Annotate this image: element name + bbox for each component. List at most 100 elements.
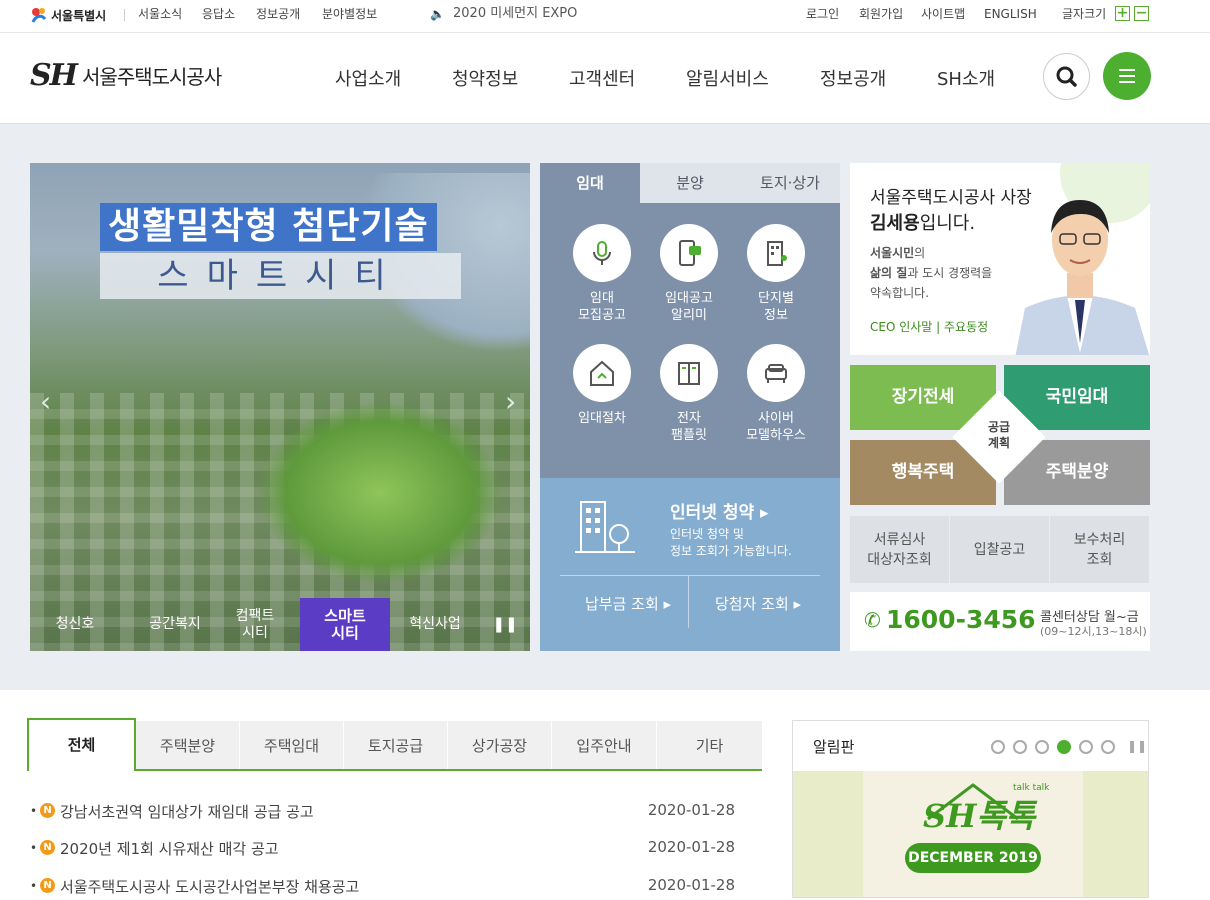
- winner-inquiry-link[interactable]: 당첨자 조회 ▸: [715, 593, 801, 614]
- service-rental-notice[interactable]: 임대 모집공고: [557, 224, 647, 324]
- board-pause-button[interactable]: ❚❚: [1127, 739, 1147, 753]
- board-page-dot[interactable]: [1079, 740, 1093, 754]
- sh-logo-name: 서울주택도시공사: [82, 65, 222, 89]
- banner-month: DECEMBER 2019: [905, 843, 1041, 873]
- call-center-number[interactable]: 1600-3456: [886, 605, 1036, 634]
- gnb-info-open[interactable]: 정보공개: [820, 65, 886, 91]
- search-button[interactable]: [1043, 53, 1090, 100]
- board-page-dot-active[interactable]: [1057, 740, 1071, 754]
- notice-date: 2020-01-28: [647, 876, 735, 894]
- ceo-links[interactable]: CEO 인사말 | 주요동정: [870, 318, 988, 335]
- board-page-dot[interactable]: [1013, 740, 1027, 754]
- slide-nav-item[interactable]: 컴팩트 시티: [220, 598, 290, 651]
- call-center-box: ✆ 1600-3456 콜센터상담 월~금 (09~12시,13~18시): [850, 592, 1150, 651]
- ceo-greeting-box: 서울주택도시공사 사장 김세용입니다. 서울시민의 삶의 질과 도시 경쟁력을 약속…: [850, 163, 1150, 355]
- slide-nav-item[interactable]: 혁신사업: [395, 598, 475, 651]
- internet-subscription-desc: 인터넷 청약 및 정보 조회가 가능합니다.: [670, 527, 792, 558]
- font-size-label: 글자크기: [1062, 7, 1107, 21]
- tab-sale[interactable]: 분양: [640, 163, 740, 203]
- notice-tab-move-in[interactable]: 입주안내: [552, 721, 656, 771]
- internet-subscription-link[interactable]: 인터넷 청약 ▸: [670, 498, 769, 523]
- search-icon: [1056, 66, 1077, 87]
- english-link[interactable]: ENGLISH: [984, 0, 1037, 28]
- notice-row[interactable]: • N 서울주택도시공사 도시공간사업본부장 채용공고 2020-01-28: [30, 876, 740, 900]
- slide-next-button[interactable]: ›: [505, 385, 516, 418]
- service-rental-process[interactable]: 임대절차: [557, 344, 647, 427]
- slide-nav-item-active[interactable]: 스마트 시티: [300, 598, 390, 651]
- service-e-pamphlet[interactable]: 전자 팸플릿: [644, 344, 734, 444]
- internet-subscription-box: 인터넷 청약 ▸ 인터넷 청약 및 정보 조회가 가능합니다. 납부금 조회 ▸…: [540, 478, 840, 651]
- font-decrease-button[interactable]: −: [1134, 6, 1149, 21]
- notice-tab-all[interactable]: 전체: [27, 718, 136, 771]
- notice-title[interactable]: 2020년 제1회 시유재산 매각 공고: [60, 838, 279, 859]
- link-info-open[interactable]: 정보공개: [256, 0, 300, 28]
- building-tree-icon: [575, 501, 635, 553]
- sitemap-link[interactable]: 사이트맵: [921, 0, 965, 28]
- divider: [688, 576, 689, 628]
- notice-date: 2020-01-28: [647, 801, 735, 819]
- seoul-symbol-icon: [31, 8, 47, 23]
- notice-tab-housing-rental[interactable]: 주택임대: [240, 721, 343, 771]
- new-badge: N: [40, 803, 55, 818]
- slide-pause-button[interactable]: ❚❚: [490, 598, 520, 651]
- service-rental-alarm[interactable]: 임대공고 알리미: [644, 224, 734, 324]
- board-banner[interactable]: talk talk SH톡톡 DECEMBER 2019: [793, 771, 1148, 897]
- notice-tab-shop-factory[interactable]: 상가공장: [448, 721, 551, 771]
- notice-title[interactable]: 강남서초권역 임대상가 재임대 공급 공고: [60, 801, 314, 822]
- join-link[interactable]: 회원가입: [859, 0, 903, 28]
- bullet: •: [30, 804, 38, 818]
- slide-nav-item[interactable]: 공간복지: [125, 598, 225, 651]
- notice-tab-etc[interactable]: 기타: [657, 721, 762, 771]
- house-document-icon: [590, 360, 614, 386]
- link-seoul-news[interactable]: 서울소식: [138, 0, 182, 28]
- bullet: •: [30, 879, 38, 893]
- book-icon: [678, 362, 700, 385]
- board-page-dot[interactable]: [1035, 740, 1049, 754]
- link-field-info[interactable]: 분야별정보: [322, 0, 377, 28]
- notice-title[interactable]: 서울주택도시공사 도시공간사업본부장 채용공고: [60, 876, 359, 897]
- board-page-dot[interactable]: [1101, 740, 1115, 754]
- notice-row[interactable]: • N 2020년 제1회 시유재산 매각 공고 2020-01-28: [30, 838, 740, 862]
- board-page-dot[interactable]: [991, 740, 1005, 754]
- building-icon: [767, 241, 787, 266]
- link-eungdapso[interactable]: 응답소: [202, 0, 235, 28]
- service-cyber-modelhouse[interactable]: 사이버 모델하우스: [731, 344, 821, 444]
- notice-date: 2020-01-28: [647, 838, 735, 856]
- expo-link[interactable]: 2020 미세먼지 EXPO: [453, 0, 577, 28]
- gnb-sh-intro[interactable]: SH소개: [937, 65, 995, 91]
- gnb-business[interactable]: 사업소개: [335, 65, 401, 91]
- ceo-name: 김세용: [870, 213, 920, 234]
- gnb-customer[interactable]: 고객센터: [569, 65, 635, 91]
- sh-logo[interactable]: SH 서울주택도시공사: [30, 58, 222, 93]
- slide-prev-button[interactable]: ‹: [40, 385, 51, 418]
- tab-land-shop[interactable]: 토지·상가: [740, 163, 840, 203]
- tab-rental[interactable]: 임대: [540, 163, 640, 203]
- bid-notice-button[interactable]: 입찰공고: [950, 516, 1049, 583]
- notice-row[interactable]: • N 강남서초권역 임대상가 재임대 공급 공고 2020-01-28: [30, 801, 740, 825]
- repair-inquiry-button[interactable]: 보수처리 조회: [1050, 516, 1149, 583]
- notice-board: 알림판 ❚❚ talk talk SH톡톡 DECEMBER 2019: [792, 720, 1149, 898]
- notice-tab-land-supply[interactable]: 토지공급: [344, 721, 447, 771]
- service-label: 임대 모집공고: [578, 291, 626, 323]
- top-utility-bar: 서울특별시 서울소식 응답소 정보공개 분야별정보 🔈 2020 미세먼지 EX…: [0, 0, 1210, 33]
- gnb-subscription[interactable]: 청약정보: [452, 65, 518, 91]
- login-link[interactable]: 로그인: [806, 0, 839, 28]
- slide-nav-item[interactable]: 청신호: [40, 598, 110, 651]
- gnb-notification[interactable]: 알림서비스: [686, 65, 769, 91]
- service-complex-info[interactable]: 단지별 정보: [731, 224, 821, 324]
- service-label: 사이버 모델하우스: [746, 411, 806, 443]
- document-review-inquiry-button[interactable]: 서류심사 대상자조회: [850, 516, 949, 583]
- all-menu-button[interactable]: [1103, 52, 1151, 100]
- notice-tab-housing-sale[interactable]: 주택분양: [136, 721, 239, 771]
- main-slider[interactable]: 생활밀착형 첨단기술 스마트시티 ‹ › 청신호 공간복지 컴팩트 시티 스마트…: [30, 163, 530, 651]
- payment-inquiry-link[interactable]: 납부금 조회 ▸: [585, 593, 671, 614]
- microphone-icon: [593, 241, 611, 265]
- seoul-city-logo[interactable]: 서울특별시: [30, 6, 106, 24]
- phone-message-icon: [679, 240, 701, 266]
- supply-plan-label: 공급 계획: [987, 420, 1011, 450]
- font-increase-button[interactable]: +: [1115, 6, 1130, 21]
- new-badge: N: [40, 878, 55, 893]
- service-label: 단지별 정보: [758, 291, 794, 323]
- divider: [124, 9, 125, 21]
- board-title: 알림판: [813, 738, 855, 756]
